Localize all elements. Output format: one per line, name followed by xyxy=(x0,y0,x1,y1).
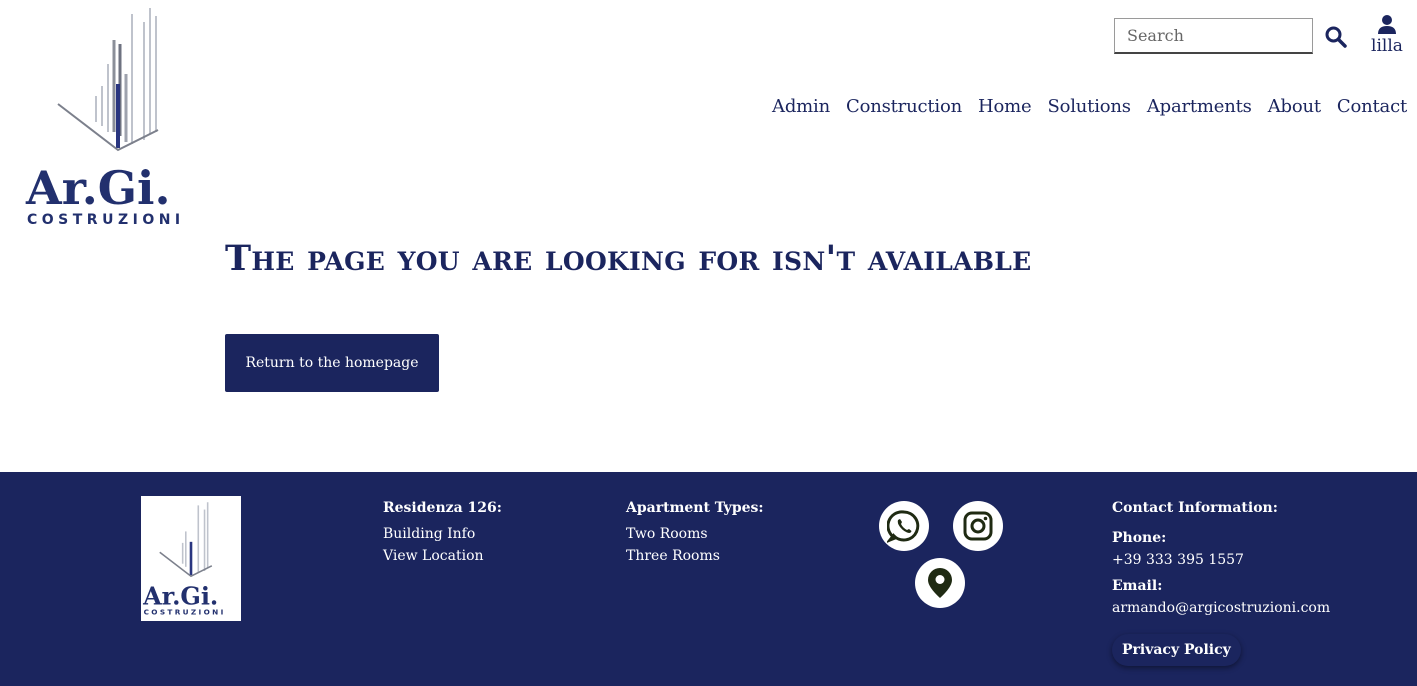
nav-apartments[interactable]: Apartments xyxy=(1147,96,1252,117)
footer-residenza: Residenza 126: Building Info View Locati… xyxy=(383,500,502,570)
nav-solutions[interactable]: Solutions xyxy=(1047,96,1131,117)
footer: Ar.Gi. COSTRUZIONI Residenza 126: Buildi… xyxy=(0,472,1417,686)
logo-subtitle: COSTRUZIONI xyxy=(27,212,185,228)
building-info-link[interactable]: Building Info xyxy=(383,526,502,542)
nav-contact[interactable]: Contact xyxy=(1337,96,1407,117)
user-name: lilla xyxy=(1371,36,1403,56)
nav-about[interactable]: About xyxy=(1268,96,1321,117)
three-rooms-link[interactable]: Three Rooms xyxy=(626,548,764,564)
search-input[interactable] xyxy=(1114,18,1313,54)
footer-logo-wordmark: Ar.Gi. xyxy=(142,582,218,610)
nav-home[interactable]: Home xyxy=(978,96,1032,117)
view-location-link[interactable]: View Location xyxy=(383,548,502,564)
email-label: Email: xyxy=(1112,578,1163,594)
apartment-types-heading: Apartment Types: xyxy=(626,500,764,516)
residenza-heading: Residenza 126: xyxy=(383,500,502,516)
whatsapp-icon[interactable] xyxy=(879,501,929,551)
email-value[interactable]: armando@argicostruzioni.com xyxy=(1112,600,1330,616)
footer-apartments: Apartment Types: Two Rooms Three Rooms xyxy=(626,500,764,570)
search-icon[interactable] xyxy=(1324,25,1348,49)
two-rooms-link[interactable]: Two Rooms xyxy=(626,526,764,542)
privacy-policy-button[interactable]: Privacy Policy xyxy=(1112,634,1241,666)
instagram-icon[interactable] xyxy=(953,501,1003,551)
nav-construction[interactable]: Construction xyxy=(846,96,962,117)
logo-wordmark: Ar.Gi. xyxy=(25,161,171,215)
phone-label: Phone: xyxy=(1112,530,1167,546)
footer-contact: Contact Information: Phone: +39 333 395 … xyxy=(1112,500,1330,616)
main-nav: Admin Construction Home Solutions Apartm… xyxy=(756,96,1407,117)
footer-logo[interactable]: Ar.Gi. COSTRUZIONI xyxy=(141,496,241,621)
phone-value[interactable]: +39 333 395 1557 xyxy=(1112,552,1330,568)
page-title: The page you are looking for isn't avail… xyxy=(225,238,1032,279)
contact-heading: Contact Information: xyxy=(1112,500,1278,516)
user-account[interactable]: lilla xyxy=(1368,14,1406,56)
return-home-button[interactable]: Return to the homepage xyxy=(225,334,439,392)
site-logo[interactable]: Ar.Gi. COSTRUZIONI xyxy=(22,4,214,228)
location-pin-icon[interactable] xyxy=(915,558,965,608)
footer-logo-subtitle: COSTRUZIONI xyxy=(144,608,226,617)
nav-admin[interactable]: Admin xyxy=(772,96,830,117)
